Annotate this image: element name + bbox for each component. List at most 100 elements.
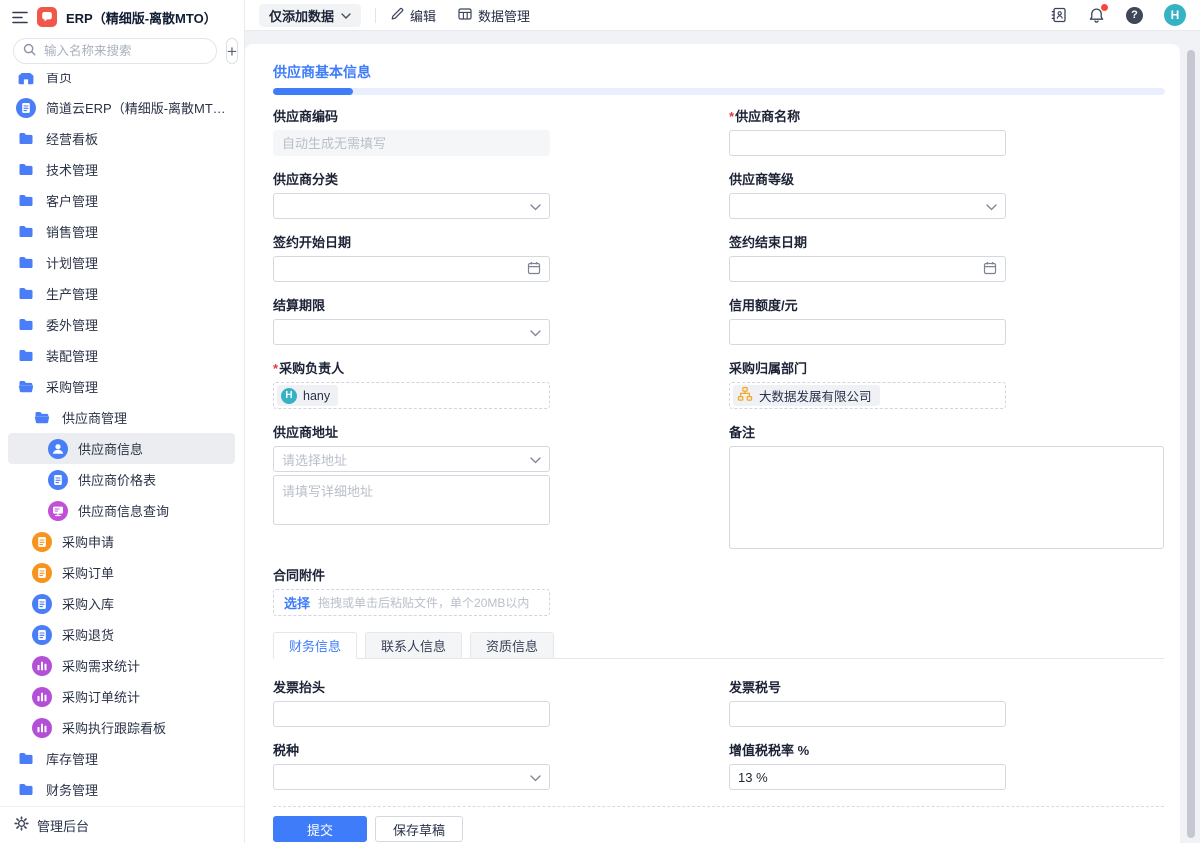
sidebar-item[interactable]: 简道云ERP（精细版-离散MTO）「...: [8, 92, 235, 123]
sidebar-item[interactable]: 采购执行跟踪看板: [8, 712, 235, 743]
notification-bell-icon[interactable]: [1088, 7, 1105, 24]
sidebar-item[interactable]: 采购订单统计: [8, 681, 235, 712]
invoice-title-input-inner[interactable]: [282, 707, 541, 722]
query-icon: [48, 501, 68, 521]
credit-input-inner[interactable]: [738, 325, 997, 340]
sidebar-item[interactable]: 供应商价格表: [8, 464, 235, 495]
sidebar-item-label: 技术管理: [46, 160, 98, 179]
sidebar-item[interactable]: 采购管理: [8, 371, 235, 402]
menu-fold-icon[interactable]: [12, 11, 28, 24]
sidebar-item-label: 财务管理: [46, 780, 98, 799]
doc-icon: [32, 563, 52, 583]
sidebar-item[interactable]: 首页: [8, 73, 235, 92]
search-input[interactable]: [42, 43, 207, 59]
credit-input[interactable]: [729, 319, 1006, 345]
tab-qualification-info[interactable]: 资质信息: [470, 632, 554, 659]
org-icon: [737, 386, 753, 405]
invoice-tax-no-input[interactable]: [729, 701, 1006, 727]
field-buyer: 采购负责人 H hany: [273, 361, 550, 409]
sign-end-date-input[interactable]: [729, 256, 1006, 282]
sidebar-item[interactable]: 供应商信息: [8, 433, 235, 464]
edit-button[interactable]: 编辑: [390, 6, 436, 25]
supplier-name-input[interactable]: [729, 130, 1006, 156]
supplier-grade-select[interactable]: [729, 193, 1006, 219]
doc-icon: [48, 470, 68, 490]
calendar-icon: [983, 261, 997, 278]
app-title: ERP（精细版-离散MTO）: [66, 8, 217, 27]
sidebar-item[interactable]: 委外管理: [8, 309, 235, 340]
folder-icon: [16, 317, 36, 333]
tab-contact-info[interactable]: 联系人信息: [365, 632, 462, 659]
sidebar-item[interactable]: 计划管理: [8, 247, 235, 278]
chart-icon: [32, 687, 52, 707]
data-manage-button[interactable]: 数据管理: [458, 6, 530, 25]
sidebar-header: ERP（精细版-离散MTO）: [0, 3, 244, 31]
contract-upload-box[interactable]: 选择 拖拽或单击后粘贴文件，单个20MB以内: [273, 589, 550, 616]
form-row: 供应商分类 供应商等级: [273, 172, 1164, 219]
sidebar-item-label: 销售管理: [46, 222, 98, 241]
tax-type-select[interactable]: [273, 764, 550, 790]
help-icon[interactable]: ?: [1126, 7, 1143, 24]
address-select[interactable]: 请选择地址: [273, 446, 550, 472]
supplier-name-input-inner[interactable]: [738, 136, 997, 151]
address-detail-textarea[interactable]: [273, 475, 550, 525]
address-book-icon[interactable]: [1051, 7, 1067, 23]
scrollbar-thumb[interactable]: [1187, 50, 1195, 838]
edit-button-label: 编辑: [410, 6, 436, 25]
sidebar-item-label: 采购申请: [62, 532, 114, 551]
sidebar-item[interactable]: 供应商管理: [8, 402, 235, 433]
folder-icon: [16, 286, 36, 302]
sidebar-item[interactable]: 供应商信息查询: [8, 495, 235, 526]
settlement-select[interactable]: [273, 319, 550, 345]
mode-dropdown[interactable]: 仅添加数据: [259, 4, 361, 27]
sidebar-item[interactable]: 经营看板: [8, 123, 235, 154]
form-row: 采购负责人 H hany 采购归属部门: [273, 361, 1164, 409]
field-label: 发票抬头: [273, 680, 550, 696]
sidebar-item[interactable]: 库存管理: [8, 743, 235, 774]
sidebar-item[interactable]: 客户管理: [8, 185, 235, 216]
field-label: 签约开始日期: [273, 235, 550, 251]
add-button[interactable]: +: [226, 38, 238, 64]
vat-rate-input-inner[interactable]: [738, 770, 997, 785]
dept-tag[interactable]: 大数据发展有限公司: [733, 385, 880, 406]
supplier-category-select[interactable]: [273, 193, 550, 219]
sidebar-item[interactable]: 财务管理: [8, 774, 235, 805]
sidebar-item[interactable]: 销售管理: [8, 216, 235, 247]
member-tag[interactable]: H hany: [277, 385, 338, 406]
sidebar-footer[interactable]: 管理后台: [0, 806, 244, 843]
sidebar-item[interactable]: 采购退货: [8, 619, 235, 650]
vat-rate-input[interactable]: [729, 764, 1006, 790]
sidebar-item[interactable]: 生产管理: [8, 278, 235, 309]
sidebar-item[interactable]: 装配管理: [8, 340, 235, 371]
upload-select-link[interactable]: 选择: [284, 593, 310, 612]
submit-button[interactable]: 提交: [273, 816, 367, 842]
field-label: 合同附件: [273, 568, 550, 584]
sidebar-item[interactable]: 技术管理: [8, 154, 235, 185]
sidebar-item[interactable]: 采购订单: [8, 557, 235, 588]
dept-picker[interactable]: 大数据发展有限公司: [729, 382, 1006, 409]
sidebar-item[interactable]: 采购入库: [8, 588, 235, 619]
field-supplier-grade: 供应商等级: [729, 172, 1164, 219]
sidebar-item-label: 库存管理: [46, 749, 98, 768]
search-input-box[interactable]: [13, 38, 217, 64]
buyer-member-picker[interactable]: H hany: [273, 382, 550, 409]
sidebar-item[interactable]: 采购申请: [8, 526, 235, 557]
remark-textarea[interactable]: [729, 446, 1164, 549]
upload-hint: 拖拽或单击后粘贴文件，单个20MB以内: [318, 594, 529, 611]
invoice-tax-no-input-inner[interactable]: [738, 707, 997, 722]
form-progress-bar: [273, 88, 1165, 95]
dept-name: 大数据发展有限公司: [759, 386, 872, 405]
top-toolbar: 仅添加数据 编辑 数据管理: [245, 0, 1200, 31]
tab-finance-info[interactable]: 财务信息: [273, 632, 357, 659]
chart-icon: [32, 718, 52, 738]
user-avatar[interactable]: H: [1164, 4, 1186, 26]
chart-icon: [32, 656, 52, 676]
sidebar-item[interactable]: 采购需求统计: [8, 650, 235, 681]
sign-start-date-input[interactable]: [273, 256, 550, 282]
sidebar-search-row: +: [0, 31, 244, 73]
save-draft-button[interactable]: 保存草稿: [375, 816, 463, 842]
invoice-title-input[interactable]: [273, 701, 550, 727]
sidebar-item-label: 采购需求统计: [62, 656, 140, 675]
chevron-down-icon: [530, 770, 541, 785]
field-label: 采购归属部门: [729, 361, 1164, 377]
